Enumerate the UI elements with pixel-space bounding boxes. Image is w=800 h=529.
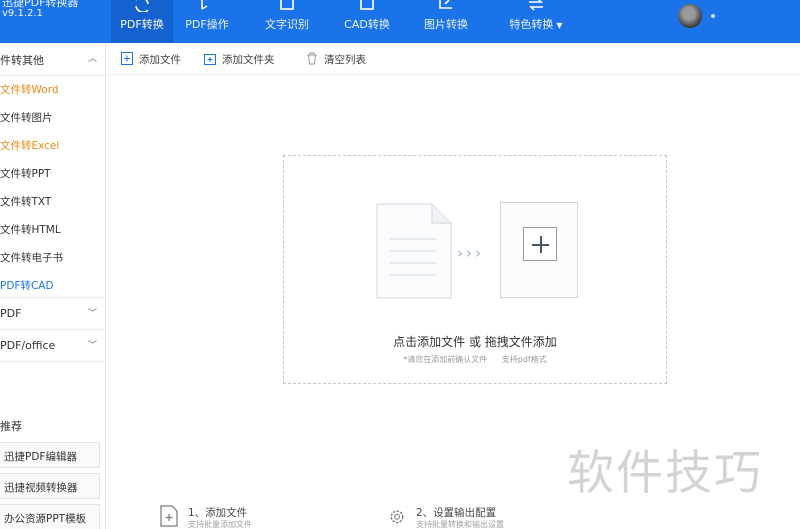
text-recognition-icon: [280, 0, 294, 10]
pdf-tools-icon: [201, 0, 208, 10]
recommend-label: 办公资源PPT模板: [4, 513, 87, 525]
drop-zone-subhint-2: 支持pdf格式: [501, 355, 547, 364]
drop-zone-hint: 点击添加文件 或 拖拽文件添加: [393, 335, 557, 349]
convert-icon: [135, 0, 149, 12]
add-file-icon: [121, 52, 133, 65]
step-desc: 支持批量添加文件: [188, 520, 252, 529]
file-toolbar: 添加文件 添加文件夹 清空列表: [107, 43, 800, 75]
step-desc: 支持批量转换和输出设置: [416, 520, 504, 529]
nav-tab-ocr[interactable]: 文字识别: [256, 0, 318, 43]
sidebar-item-pdf-to-cad[interactable]: PDF转CAD: [0, 271, 106, 299]
drop-zone-subhint: *请您在添加前确认文件 支持pdf格式: [284, 354, 666, 365]
avatar[interactable]: [678, 4, 702, 28]
sidebar-group-pdf[interactable]: PDF ﹀: [0, 298, 106, 330]
sidebar-item-to-image[interactable]: 文件转图片: [0, 103, 106, 131]
sidebar-item-label: PDF转CAD: [0, 280, 54, 292]
nav-tab-image-convert[interactable]: 图片转换: [415, 0, 477, 43]
sidebar-item-label: 文件转HTML: [0, 224, 61, 236]
nav-tab-special-convert[interactable]: 特色转换 ▼: [498, 0, 574, 43]
sidebar-group-label: PDF/office: [0, 339, 56, 352]
recommend-ppt-template-button[interactable]: 办公资源PPT模板: [0, 504, 100, 529]
clear-list-label: 清空列表: [324, 54, 366, 66]
plus-icon: [523, 227, 557, 261]
sidebar-group-label: PDF: [0, 307, 22, 320]
status-dot-icon: [711, 14, 715, 18]
sidebar-item-label: 文件转PPT: [0, 168, 51, 180]
nav-tab-pdf-convert[interactable]: PDF转换: [111, 0, 173, 43]
sidebar-item-to-html[interactable]: 文件转HTML: [0, 215, 106, 243]
sidebar-item-label: 文件转图片: [0, 112, 53, 124]
nav-tab-label: 特色转换: [509, 18, 554, 31]
nav-tab-cad-convert[interactable]: CAD转换: [336, 0, 398, 43]
special-convert-icon: [529, 0, 543, 11]
divider: [0, 361, 106, 362]
chevron-down-icon: ﹀: [87, 309, 97, 319]
sidebar-group-label: 件转其他: [0, 54, 44, 67]
sidebar-group-convert-other[interactable]: 件转其他 ︿: [0, 43, 106, 75]
top-nav-bar: 迅捷PDF转换器 v9.1.2.1 PDF转换 PDF操作 文字识别 CAD转换…: [0, 0, 800, 43]
file-drop-zone[interactable]: ››› 点击添加文件 或 拖拽文件添加 *请您在添加前确认文件 支持pdf格式: [283, 155, 667, 384]
recommend-title: 推荐: [0, 420, 22, 433]
nav-tab-label: PDF转换: [120, 18, 164, 31]
chevron-down-icon: ﹀: [87, 341, 97, 351]
drop-zone-subhint-1: *请您在添加前确认文件: [403, 355, 488, 364]
chevron-up-icon: ︿: [87, 54, 97, 64]
step-title: 2、设置输出配置: [416, 507, 497, 519]
add-folder-icon: [204, 54, 216, 65]
sidebar-item-label: 文件转Word: [0, 84, 59, 96]
nav-tab-label-with-caret: 特色转换 ▼: [498, 16, 574, 32]
recommend-label: 迅捷PDF编辑器: [4, 451, 77, 463]
sidebar-item-to-excel[interactable]: 文件转Excel: [0, 131, 106, 159]
nav-tab-pdf-operate[interactable]: PDF操作: [176, 0, 238, 43]
app-brand: 迅捷PDF转换器 v9.1.2.1: [0, 0, 106, 43]
watermark-text: 软件技巧: [567, 446, 763, 501]
cad-icon: [360, 0, 374, 10]
nav-tab-label: PDF操作: [185, 18, 229, 31]
recommend-pdf-editor-button[interactable]: 迅捷PDF编辑器: [0, 442, 100, 468]
add-file-label: 添加文件: [139, 54, 181, 66]
nav-tab-label: 文字识别: [265, 18, 309, 31]
recommend-label: 迅捷视频转换器: [4, 482, 78, 494]
recommend-video-converter-button[interactable]: 迅捷视频转换器: [0, 473, 100, 499]
step-title: 1、添加文件: [188, 507, 248, 519]
sidebar-item-label: 文件转电子书: [0, 252, 63, 264]
nav-tab-label: 图片转换: [424, 18, 468, 31]
add-target-box[interactable]: [500, 202, 578, 298]
chevron-down-icon: ▼: [556, 21, 563, 30]
app-version: v9.1.2.1: [2, 8, 43, 19]
add-folder-label: 添加文件夹: [222, 54, 275, 66]
document-icon: [376, 203, 452, 299]
sidebar-item-label: 文件转TXT: [0, 196, 52, 208]
sidebar-item-to-ebook[interactable]: 文件转电子书: [0, 243, 106, 271]
sidebar-item-to-txt[interactable]: 文件转TXT: [0, 187, 106, 215]
gear-icon: [390, 510, 404, 524]
sidebar-group-pdf-office[interactable]: PDF/office ﹀: [0, 330, 106, 362]
sidebar-item-to-ppt[interactable]: 文件转PPT: [0, 159, 106, 187]
file-add-icon: [160, 505, 178, 527]
sidebar-item-to-word[interactable]: 文件转Word: [0, 75, 106, 103]
nav-tab-label: CAD转换: [344, 18, 390, 31]
image-icon: [439, 0, 452, 9]
chevron-right-icon: ›››: [457, 244, 484, 262]
trash-icon: [307, 52, 317, 65]
sidebar-item-label: 文件转Excel: [0, 140, 60, 152]
sidebar: 件转其他 ︿ 文件转Word 文件转图片 文件转Excel 文件转PPT 文件转…: [0, 43, 106, 529]
